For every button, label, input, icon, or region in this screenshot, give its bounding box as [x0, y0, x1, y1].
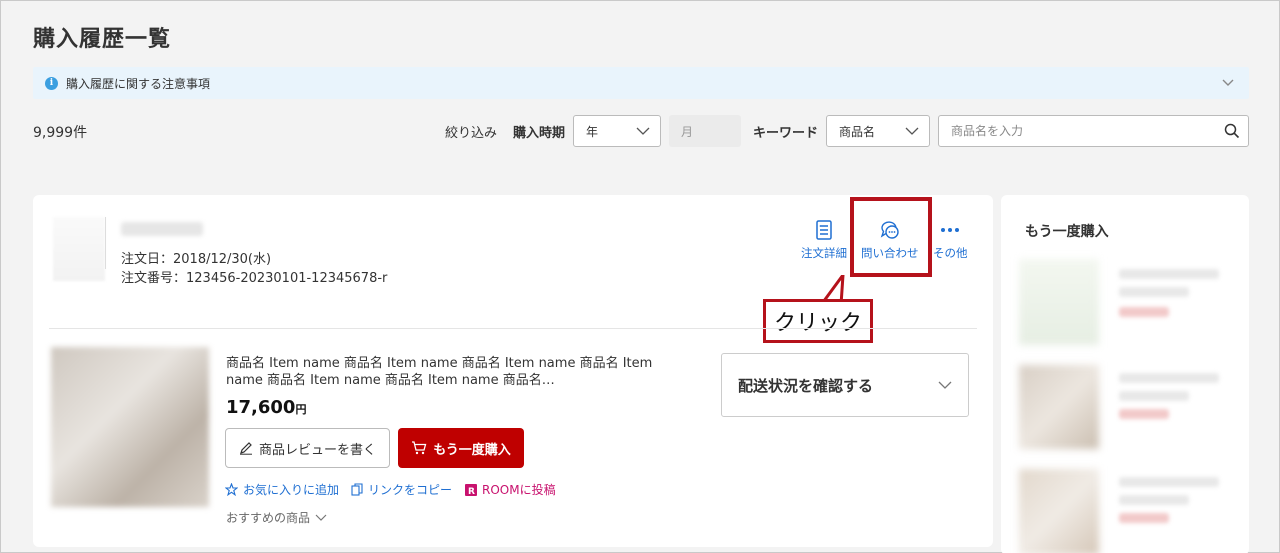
search-input[interactable] — [951, 124, 1211, 138]
rebuy-sidebar: もう一度購入 — [1001, 195, 1249, 553]
more-options-label: その他 — [933, 246, 968, 260]
annotation-highlight-box — [850, 197, 932, 277]
room-logo-icon: R — [465, 483, 477, 496]
chevron-down-icon — [938, 381, 952, 389]
shipping-status-button[interactable]: 配送状況を確認する — [721, 353, 969, 417]
price-value: 17,600 — [226, 397, 296, 418]
order-number: 注文番号：123456-20230101-12345678-r — [121, 271, 388, 286]
product-price: 17,600円 — [226, 397, 306, 418]
order-card: 注文日：2018/12/30(水) 注文番号：123456-20230101-1… — [33, 195, 993, 547]
sidebar-product-image[interactable] — [1019, 365, 1099, 449]
sidebar-product-name[interactable] — [1119, 287, 1189, 297]
keyword-type-select[interactable]: 商品名 — [826, 115, 930, 147]
chevron-down-icon — [905, 127, 919, 135]
rebuy-button[interactable]: もう一度購入 — [398, 428, 524, 468]
notice-text: 購入履歴に関する注意事項 — [66, 76, 211, 91]
sidebar-product-name[interactable] — [1119, 391, 1189, 401]
result-count: 9,999件 — [33, 125, 88, 141]
star-icon — [225, 483, 238, 496]
sidebar-product-price — [1119, 513, 1169, 523]
divider — [105, 217, 106, 269]
annotation-callout: クリック — [763, 299, 873, 343]
document-list-icon — [816, 220, 832, 240]
sidebar-product-name[interactable] — [1119, 495, 1189, 505]
info-icon: i — [45, 76, 58, 90]
keyword-type-value: 商品名 — [839, 124, 876, 139]
write-review-button[interactable]: 商品レビューを書く — [225, 428, 390, 468]
sidebar-product-image[interactable] — [1019, 259, 1099, 345]
pencil-icon — [239, 442, 252, 455]
sidebar-product-price — [1119, 307, 1169, 317]
sidebar-product-name[interactable] — [1119, 373, 1219, 383]
chevron-down-icon — [636, 127, 650, 135]
order-detail-label: 注文詳細 — [801, 246, 847, 260]
notice-bar[interactable]: i 購入履歴に関する注意事項 — [33, 67, 1249, 99]
shipping-status-label: 配送状況を確認する — [738, 376, 874, 395]
search-field[interactable] — [938, 115, 1249, 147]
recommend-label: おすすめの商品 — [226, 511, 311, 525]
order-date: 注文日：2018/12/30(水) — [121, 252, 272, 267]
copy-icon — [351, 483, 363, 496]
chevron-down-icon[interactable] — [1221, 75, 1235, 89]
month-select[interactable]: 月 — [669, 115, 741, 147]
cart-icon — [412, 441, 427, 455]
sidebar-product-image[interactable] — [1019, 469, 1099, 553]
shop-logo[interactable] — [53, 217, 105, 281]
sidebar-product-price — [1119, 409, 1169, 419]
copy-link-label: リンクをコピー — [368, 483, 453, 497]
chevron-down-icon — [315, 514, 327, 521]
add-favorite-label: お気に入りに追加 — [243, 483, 340, 497]
sidebar-title: もう一度購入 — [1025, 224, 1109, 240]
recommend-toggle[interactable]: おすすめの商品 — [226, 509, 327, 526]
more-options-button[interactable]: その他 — [933, 219, 968, 261]
divider — [49, 328, 977, 329]
search-icon[interactable] — [1224, 123, 1240, 139]
product-image[interactable] — [51, 347, 209, 507]
period-label: 購入時期 — [513, 126, 566, 141]
sidebar-product-name[interactable] — [1119, 269, 1219, 279]
svg-text:R: R — [468, 487, 475, 496]
sidebar-product-name[interactable] — [1119, 477, 1219, 487]
keyword-label: キーワード — [753, 126, 819, 141]
room-post-link[interactable]: R ROOMに投稿 — [465, 481, 556, 498]
page-title: 購入履歴一覧 — [33, 27, 172, 52]
year-select-value: 年 — [586, 124, 599, 139]
price-currency: 円 — [295, 403, 307, 416]
product-name[interactable]: 商品名 Item name 商品名 Item name 商品名 Item nam… — [226, 355, 676, 389]
order-detail-button[interactable]: 注文詳細 — [801, 219, 847, 261]
more-dots-icon — [941, 228, 960, 232]
rebuy-label: もう一度購入 — [433, 442, 511, 458]
add-favorite-link[interactable]: お気に入りに追加 — [225, 481, 339, 498]
filter-label: 絞り込み — [445, 126, 498, 141]
year-select[interactable]: 年 — [573, 115, 661, 147]
room-post-label: ROOMに投稿 — [482, 483, 556, 497]
month-select-placeholder: 月 — [681, 124, 694, 139]
write-review-label: 商品レビューを書く — [258, 442, 376, 458]
copy-link[interactable]: リンクをコピー — [351, 481, 452, 498]
shop-name[interactable] — [121, 222, 203, 236]
